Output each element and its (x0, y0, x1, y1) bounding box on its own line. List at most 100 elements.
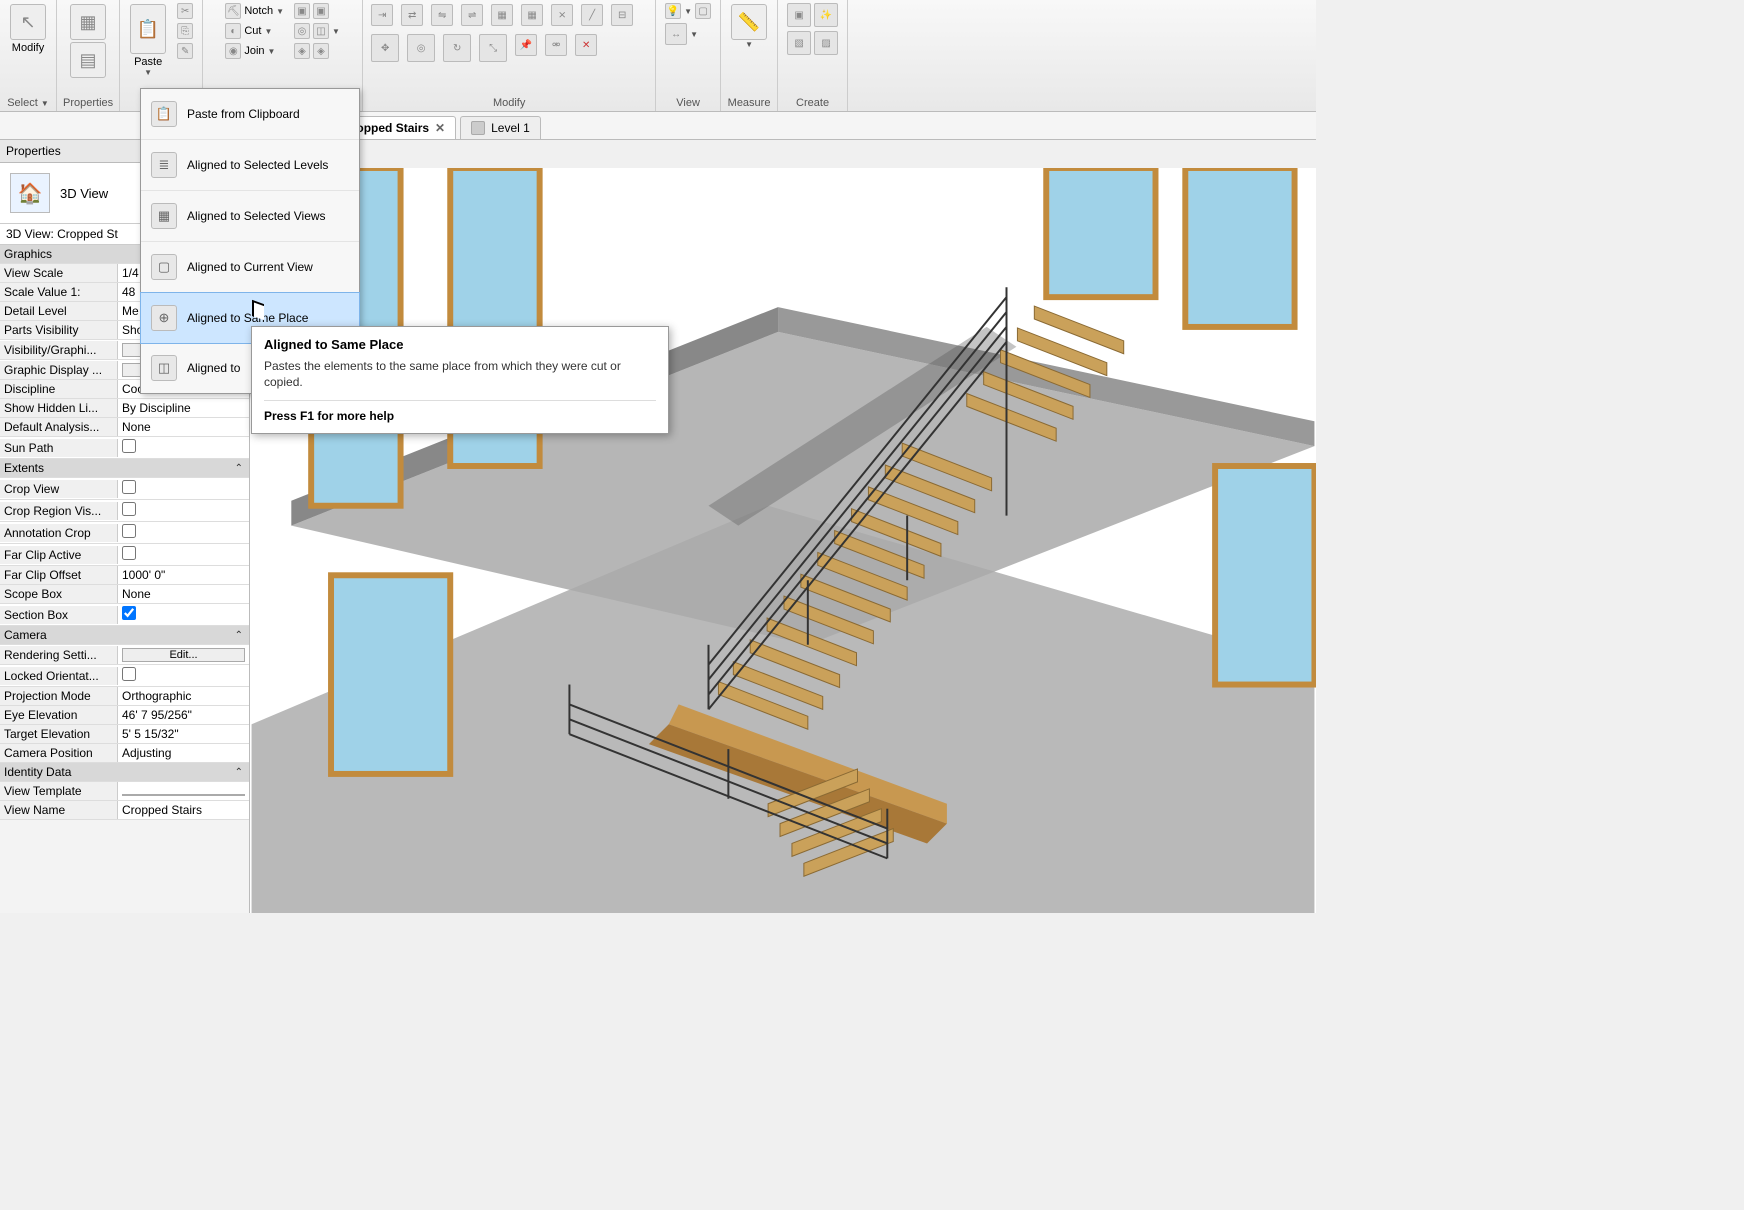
properties-row[interactable]: Crop Region Vis... (0, 500, 249, 522)
ribbon-group-measure: 📏 ▼ Measure (721, 0, 778, 111)
create-btn-1[interactable]: ▣✨ (784, 2, 841, 28)
paste-icon: 📋 (130, 4, 166, 54)
property-value: 1/4 (122, 266, 139, 280)
properties-row[interactable]: Annotation Crop (0, 522, 249, 544)
property-key: View Scale (0, 264, 118, 282)
property-key: Sun Path (0, 439, 118, 457)
properties-row[interactable]: Camera PositionAdjusting (0, 744, 249, 763)
checkbox[interactable] (122, 480, 136, 494)
property-value: By Discipline (122, 401, 191, 415)
property-value: None (122, 587, 151, 601)
properties-row[interactable]: Rendering Setti...Edit... (0, 645, 249, 665)
properties-section-header[interactable]: Extents⌃ (0, 459, 249, 478)
measure-button[interactable]: 📏 ▼ (727, 2, 771, 51)
properties-row[interactable]: Show Hidden Li...By Discipline (0, 399, 249, 418)
paste-button[interactable]: 📋 Paste ▼ (126, 2, 170, 79)
modify-button[interactable]: ↖ Modify (6, 2, 50, 56)
properties-row[interactable]: Scope BoxNone (0, 585, 249, 604)
group-label-create: Create (796, 97, 829, 109)
plan-icon (471, 121, 485, 135)
property-key: Crop Region Vis... (0, 502, 118, 520)
tool-pin-icon[interactable]: 📌 (515, 34, 537, 56)
matchtype-small-icon[interactable]: ✎ (174, 42, 196, 60)
properties-row[interactable]: Eye Elevation46' 7 95/256" (0, 706, 249, 725)
tool-delete-icon[interactable]: ✕ (575, 34, 597, 56)
measure-icon: 📏 (731, 4, 767, 40)
properties-row[interactable]: Far Clip Active (0, 544, 249, 566)
paste-aligned-levels[interactable]: ≣Aligned to Selected Levels (141, 140, 359, 191)
view-btn-2[interactable]: ↔▼ (662, 22, 714, 46)
clipboard-icon: 📋 (151, 101, 177, 127)
properties-row[interactable]: Projection ModeOrthographic (0, 687, 249, 706)
property-key: Discipline (0, 380, 118, 398)
ribbon-group-select: ↖ Modify Select ▼ (0, 0, 57, 111)
create-btn-2[interactable]: ▧▨ (784, 30, 841, 56)
geom-btn-1[interactable]: ▣▣ (291, 2, 343, 20)
drawing-canvas[interactable] (250, 168, 1316, 913)
checkbox[interactable] (122, 439, 136, 453)
tool-array-icon[interactable]: ▦ (491, 4, 513, 26)
tool-extend-icon[interactable]: ⤡ (479, 34, 507, 62)
properties-row[interactable]: Target Elevation5' 5 15/32" (0, 725, 249, 744)
paste-dropdown-icon[interactable]: ▼ (144, 68, 152, 77)
model-3d-view (250, 168, 1316, 913)
properties-button[interactable]: ▦ ▤ (66, 2, 110, 80)
cut-small-icon[interactable]: ✂ (174, 2, 196, 20)
property-key: Annotation Crop (0, 524, 118, 542)
picked-icon: ◫ (151, 355, 177, 381)
tab-level1[interactable]: Level 1 (460, 116, 541, 139)
properties-row[interactable]: Locked Orientat... (0, 665, 249, 687)
paste-from-clipboard[interactable]: 📋Paste from Clipboard (141, 89, 359, 140)
view-btn-1[interactable]: 💡▼▢ (662, 2, 714, 20)
properties-row[interactable]: Sun Path (0, 437, 249, 459)
tool-mirror-icon[interactable]: ⇋ (431, 4, 453, 26)
property-key: Far Clip Offset (0, 566, 118, 584)
properties-section-header[interactable]: Identity Data⌃ (0, 763, 249, 782)
close-icon[interactable]: ✕ (435, 121, 445, 135)
tool-trim-icon[interactable]: ⨯ (551, 4, 573, 26)
property-key: View Name (0, 801, 118, 819)
checkbox[interactable] (122, 546, 136, 560)
checkbox[interactable] (122, 667, 136, 681)
ribbon-group-create: ▣✨ ▧▨ Create (778, 0, 848, 111)
checkbox[interactable] (122, 606, 136, 620)
properties-section-header[interactable]: Camera⌃ (0, 626, 249, 645)
tool-mirror2-icon[interactable]: ⇌ (461, 4, 483, 26)
properties-row[interactable]: View NameCropped Stairs (0, 801, 249, 820)
checkbox[interactable] (122, 524, 136, 538)
edit-button[interactable]: Edit... (122, 648, 245, 662)
notch-button[interactable]: ⛏Notch ▼ (222, 2, 287, 20)
join-button[interactable]: ◉Join ▼ (222, 42, 287, 60)
tool-copy-icon[interactable]: ◎ (407, 34, 435, 62)
property-key: Scale Value 1: (0, 283, 118, 301)
properties-row[interactable]: Far Clip Offset1000' 0" (0, 566, 249, 585)
checkbox[interactable] (122, 502, 136, 516)
tooltip-title: Aligned to Same Place (264, 337, 656, 352)
property-key: Crop View (0, 480, 118, 498)
tool-split-icon[interactable]: ╱ (581, 4, 603, 26)
tool-align-icon[interactable]: ⇥ (371, 4, 393, 26)
copy-small-icon[interactable]: ⎘ (174, 22, 196, 40)
edit-button[interactable] (122, 794, 245, 796)
paste-aligned-views[interactable]: ▦Aligned to Selected Views (141, 191, 359, 242)
property-key: Detail Level (0, 302, 118, 320)
properties-row[interactable]: Crop View (0, 478, 249, 500)
levels-icon: ≣ (151, 152, 177, 178)
tool-unpin-icon[interactable]: ⚮ (545, 34, 567, 56)
geom-btn-3[interactable]: ◈◈ (291, 42, 343, 60)
tool-gap-icon[interactable]: ⊟ (611, 4, 633, 26)
property-key: Default Analysis... (0, 418, 118, 436)
tool-rotate-icon[interactable]: ↻ (443, 34, 471, 62)
geom-btn-2[interactable]: ◎◫▼ (291, 22, 343, 40)
property-key: Parts Visibility (0, 321, 118, 339)
properties-row[interactable]: Default Analysis...None (0, 418, 249, 437)
tool-array2-icon[interactable]: ▦ (521, 4, 543, 26)
paste-aligned-current[interactable]: ▢Aligned to Current View (141, 242, 359, 293)
cut-button[interactable]: ◐Cut ▼ (222, 22, 287, 40)
properties-row[interactable]: Section Box (0, 604, 249, 626)
properties-row[interactable]: View Template (0, 782, 249, 801)
tooltip-body: Pastes the elements to the same place fr… (264, 358, 656, 390)
tool-move-icon[interactable]: ✥ (371, 34, 399, 62)
type-properties-icon: ▤ (70, 42, 106, 78)
tool-offset-icon[interactable]: ⇄ (401, 4, 423, 26)
